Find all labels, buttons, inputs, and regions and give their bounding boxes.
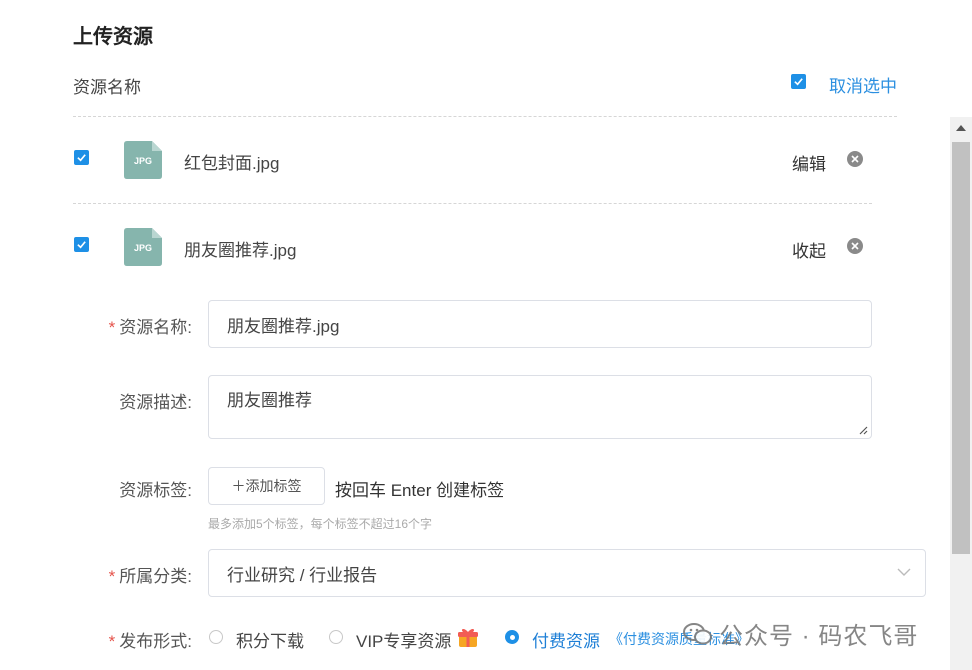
watermark: 公众号 · 码农飞哥 [683, 616, 918, 651]
check-icon [794, 78, 803, 86]
chevron-down-icon [897, 568, 911, 576]
edit-button[interactable]: 编辑 [792, 150, 826, 175]
deselect-link[interactable]: 取消选中 [829, 72, 897, 97]
file-name: 红包封面.jpg [184, 154, 280, 173]
file-type-label: JPG [134, 156, 152, 166]
resource-description-textarea[interactable]: 朋友圈推荐 [208, 375, 872, 439]
input-value: 朋友圈推荐.jpg [227, 316, 340, 336]
label-text: 资源名称: [119, 318, 192, 337]
remove-file-button[interactable] [847, 238, 863, 254]
required-mark: * [108, 567, 116, 586]
radio-label[interactable]: 付费资源 [532, 627, 600, 652]
label-text: 发布形式: [119, 632, 192, 651]
resource-name-input[interactable]: 朋友圈推荐.jpg [208, 300, 872, 348]
scroll-up-icon[interactable] [954, 122, 968, 134]
close-icon [851, 242, 859, 250]
file-type-label: JPG [134, 243, 152, 253]
resource-name-label: * 资源名称: [72, 313, 192, 338]
tag-limit-note: 最多添加5个标签，每个标签不超过16个字 [208, 517, 433, 531]
gift-icon [457, 626, 479, 648]
jpg-file-icon: JPG [124, 228, 162, 266]
file-checkbox[interactable] [74, 150, 89, 165]
label-text: 所属分类: [119, 567, 192, 586]
select-value: 行业研究 / 行业报告 [227, 565, 378, 585]
radio-label[interactable]: 积分下载 [236, 627, 304, 652]
list-header-label: 资源名称 [73, 78, 141, 97]
wechat-icon [683, 622, 712, 644]
resource-tags-label: 资源标签: [119, 481, 192, 500]
divider [73, 203, 872, 204]
scrollbar-thumb[interactable] [952, 142, 970, 554]
textarea-value: 朋友圈推荐 [227, 391, 312, 410]
jpg-file-icon: JPG [124, 141, 162, 179]
page-title: 上传资源 [73, 26, 153, 48]
publish-type-label: * 发布形式: [72, 627, 192, 652]
add-tag-button[interactable]: ＋添加标签 [208, 467, 325, 505]
category-select[interactable]: 行业研究 / 行业报告 [208, 549, 926, 597]
close-icon [851, 155, 859, 163]
required-mark: * [108, 632, 116, 651]
check-icon [77, 241, 86, 249]
radio-points-download[interactable] [209, 630, 223, 644]
watermark-text: 公众号 · 码农飞哥 [719, 623, 919, 650]
radio-vip[interactable] [329, 630, 343, 644]
resize-handle-icon[interactable] [858, 425, 868, 435]
resource-description-label: 资源描述: [119, 393, 192, 412]
tag-hint: 按回车 Enter 创建标签 [335, 481, 505, 500]
check-icon [77, 154, 86, 162]
file-checkbox[interactable] [74, 237, 89, 252]
collapse-button[interactable]: 收起 [792, 237, 826, 262]
file-name: 朋友圈推荐.jpg [184, 241, 297, 260]
required-mark: * [108, 318, 116, 337]
remove-file-button[interactable] [847, 151, 863, 167]
radio-label[interactable]: VIP专享资源 [356, 627, 451, 652]
category-label: * 所属分类: [72, 562, 192, 587]
select-all-checkbox[interactable] [791, 74, 806, 89]
radio-paid[interactable] [505, 630, 519, 644]
divider [73, 116, 897, 117]
